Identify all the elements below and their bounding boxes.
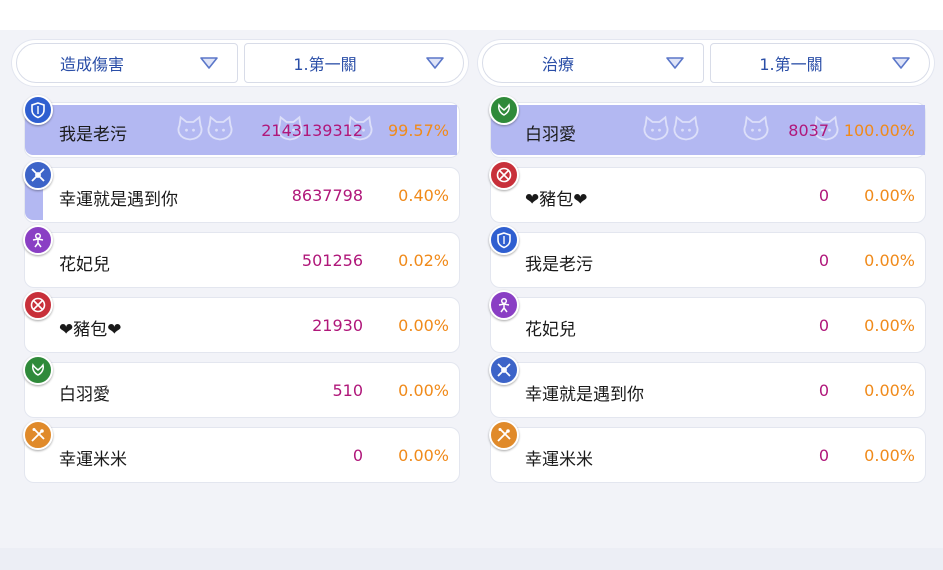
dancer-icon: [32, 232, 44, 248]
healing-type-dropdown[interactable]: 治療: [482, 43, 704, 83]
healing-panel: 治療 1.第一關 白羽愛 8037 100.00% ❤豬包❤ 0 0.00% 我是老污 0 0.…: [478, 40, 934, 500]
class-badge: [23, 225, 53, 255]
player-name: ❤豬包❤: [59, 320, 122, 340]
player-name: 花妃兒: [525, 320, 576, 340]
cat-watermark-icon: [207, 115, 233, 141]
crossed-swords-icon: [31, 428, 45, 442]
cat-watermark-icon: [673, 115, 699, 141]
class-badge: [23, 95, 53, 125]
class-badge: [23, 160, 53, 190]
class-badge: [23, 355, 53, 385]
class-badge: [489, 160, 519, 190]
player-value: 8637798: [291, 186, 363, 205]
class-badge: [489, 290, 519, 320]
player-row[interactable]: 幸運米米 0 0.00%: [489, 420, 926, 483]
class-badge: [489, 420, 519, 450]
cat-watermark-icon: [643, 115, 669, 141]
player-percent: 0.00%: [398, 381, 449, 400]
chevron-down-icon: [666, 57, 684, 69]
player-percent: 0.00%: [398, 446, 449, 465]
player-name: 我是老污: [59, 125, 127, 145]
player-row[interactable]: 花妃兒 0 0.00%: [489, 290, 926, 353]
class-badge: [489, 225, 519, 255]
player-value: 0: [818, 251, 829, 270]
player-name: 幸運米米: [525, 450, 593, 470]
player-percent: 0.00%: [398, 316, 449, 335]
player-value: 0: [352, 446, 363, 465]
player-name: 幸運米米: [59, 450, 127, 470]
player-value: 501256: [301, 251, 363, 270]
player-name: 我是老污: [525, 255, 593, 275]
wings-icon: [498, 103, 510, 116]
player-value: 510: [332, 381, 363, 400]
player-percent: 0.00%: [864, 316, 915, 335]
player-row[interactable]: 幸運就是遇到你 8637798 0.40%: [23, 160, 460, 223]
player-row[interactable]: 白羽愛 8037 100.00%: [489, 95, 926, 158]
player-name: 花妃兒: [59, 255, 110, 275]
top-bar: [0, 0, 943, 30]
cat-watermark-icon: [177, 115, 203, 141]
player-value: 0: [818, 186, 829, 205]
healing-filter-bar: 治療 1.第一關: [478, 40, 934, 86]
player-row[interactable]: 白羽愛 510 0.00%: [23, 355, 460, 418]
healing-type-label: 治療: [541, 55, 574, 74]
wings-icon: [32, 363, 44, 376]
player-value: 0: [818, 316, 829, 335]
player-percent: 100.00%: [843, 121, 915, 140]
shield-icon: [31, 102, 45, 119]
bottom-bar: [0, 548, 943, 570]
player-percent: 0.40%: [398, 186, 449, 205]
player-name: 白羽愛: [59, 385, 110, 405]
damage-filter-bar: 造成傷害 1.第一關: [12, 40, 468, 86]
player-name: 幸運就是遇到你: [525, 385, 644, 405]
player-row[interactable]: 花妃兒 501256 0.02%: [23, 225, 460, 288]
player-value: 21930: [312, 316, 363, 335]
player-percent: 0.00%: [864, 251, 915, 270]
player-percent: 99.57%: [387, 121, 449, 140]
player-percent: 0.00%: [864, 446, 915, 465]
class-badge: [23, 420, 53, 450]
healing-stage-label: 1.第一關: [759, 55, 823, 74]
dancer-icon: [498, 297, 510, 313]
player-percent: 0.02%: [398, 251, 449, 270]
player-name: ❤豬包❤: [525, 190, 588, 210]
player-percent: 0.00%: [864, 186, 915, 205]
player-percent: 0.00%: [864, 381, 915, 400]
player-value: 0: [818, 446, 829, 465]
player-row[interactable]: ❤豬包❤ 21930 0.00%: [23, 290, 460, 353]
player-row[interactable]: 幸運米米 0 0.00%: [23, 420, 460, 483]
crossed-spears-icon: [497, 363, 511, 377]
player-value: 2143139312: [261, 121, 363, 140]
player-row[interactable]: 我是老污 0 0.00%: [489, 225, 926, 288]
player-row[interactable]: 幸運就是遇到你 0 0.00%: [489, 355, 926, 418]
crossed-axes-icon: [496, 167, 512, 183]
chevron-down-icon: [426, 57, 444, 69]
class-badge: [489, 355, 519, 385]
damage-type-dropdown[interactable]: 造成傷害: [16, 43, 238, 83]
crossed-axes-icon: [30, 297, 46, 313]
cat-watermark-icon: [743, 115, 769, 141]
chevron-down-icon: [200, 57, 218, 69]
player-value: 0: [818, 381, 829, 400]
chevron-down-icon: [892, 57, 910, 69]
healing-stage-dropdown[interactable]: 1.第一關: [710, 43, 930, 83]
class-badge: [489, 95, 519, 125]
crossed-spears-icon: [31, 168, 45, 182]
damage-panel: 造成傷害 1.第一關 我是老污 2143139312 99.57% 幸運就是遇到你 86…: [12, 40, 468, 500]
crossed-swords-icon: [497, 428, 511, 442]
damage-stage-dropdown[interactable]: 1.第一關: [244, 43, 464, 83]
damage-stage-label: 1.第一關: [293, 55, 357, 74]
player-name: 白羽愛: [525, 125, 576, 145]
player-name: 幸運就是遇到你: [59, 190, 178, 210]
player-row[interactable]: ❤豬包❤ 0 0.00%: [489, 160, 926, 223]
shield-icon: [497, 232, 511, 249]
damage-type-label: 造成傷害: [59, 55, 124, 74]
player-row[interactable]: 我是老污 2143139312 99.57%: [23, 95, 460, 158]
player-value: 8037: [788, 121, 829, 140]
class-badge: [23, 290, 53, 320]
